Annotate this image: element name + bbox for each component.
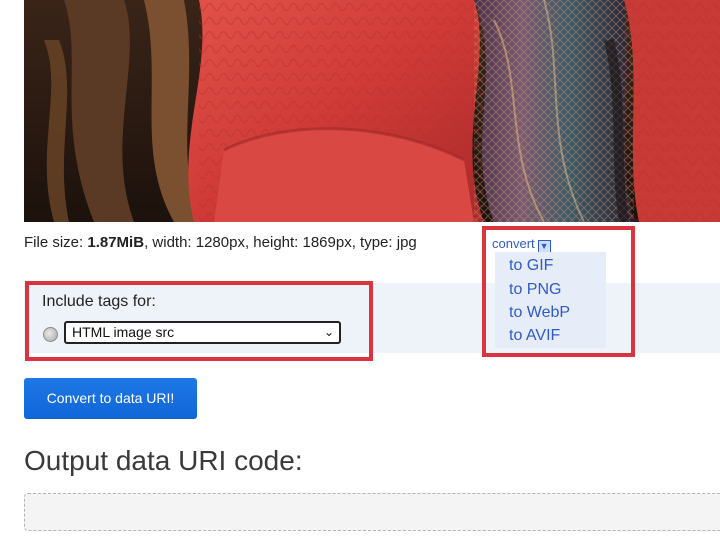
output-code-field[interactable]	[24, 493, 720, 531]
file-info: File size: 1.87MiB, width: 1280px, heigh…	[24, 234, 417, 251]
highlight-box-include-tags	[25, 281, 373, 361]
highlight-box-convert-menu	[482, 226, 635, 357]
file-size-value: 1.87MiB	[87, 234, 145, 251]
output-heading: Output data URI code:	[24, 445, 303, 476]
convert-to-data-uri-button[interactable]: Convert to data URI!	[24, 378, 197, 419]
preview-photo	[24, 0, 720, 222]
file-dimensions-type: , width: 1280px, height: 1869px, type: j…	[144, 234, 417, 251]
image-preview	[24, 0, 720, 222]
page: File size: 1.87MiB, width: 1280px, heigh…	[0, 0, 720, 539]
file-size-label: File size:	[24, 234, 88, 251]
